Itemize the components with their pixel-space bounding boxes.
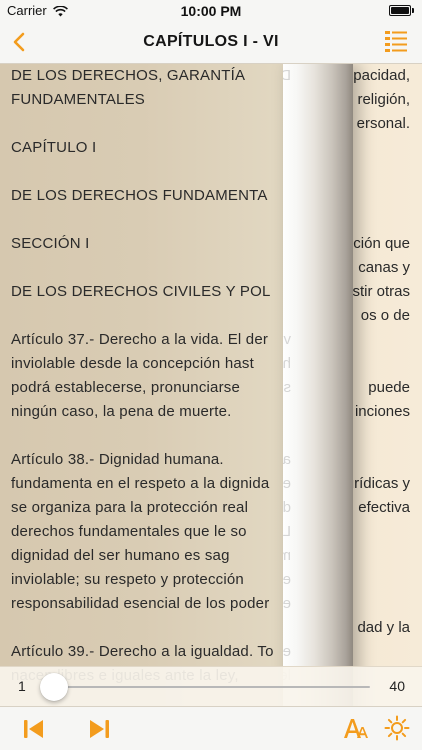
text-line: ningún caso, la pena de muerte. (11, 403, 232, 420)
navigation-bar: CAPÍTULOS I - VI (0, 22, 422, 64)
first-page-button[interactable] (22, 717, 46, 741)
text-line (283, 424, 291, 448)
brightness-button[interactable] (384, 715, 410, 741)
page-slider-bar: 1 40 (0, 666, 422, 706)
text-line (11, 208, 283, 232)
bottom-controls: 1 40 (0, 666, 422, 750)
current-page-text: DE LOS DERECHOS, GARANTÍA FUNDAMENTALES CA… (11, 64, 283, 688)
text-line (11, 424, 283, 448)
text-line (283, 616, 291, 640)
text-line (11, 112, 283, 136)
slider-thumb[interactable] (40, 673, 68, 701)
text-line: se organiza para la protección real (11, 499, 249, 516)
page-curl-text: DEBERES vida es he. No se, en ado se ersonas d… (283, 64, 291, 688)
text-line: mata e (283, 544, 291, 568)
status-left: Carrier (7, 3, 68, 18)
text-line: SECCIÓN I (11, 235, 90, 252)
table-of-contents-button[interactable] (384, 29, 408, 53)
text-line: de los (283, 499, 291, 516)
text-line: DE LOS DERECHOS CIVILES Y POL (11, 283, 271, 300)
text-line: podrá establecerse, pronunciarse (11, 379, 241, 396)
text-line: DE LOS DERECHOS FUNDAMENTA (11, 187, 268, 204)
text-line (283, 184, 291, 208)
text-line: ersonas (283, 475, 291, 492)
text-line: se, en (283, 379, 291, 396)
page-curl[interactable]: DEBERES vida es he. No se, en ado se ersonas d… (283, 64, 353, 750)
text-line (283, 136, 291, 160)
text-line (283, 400, 291, 424)
text-line: FUNDAMENTALES (11, 91, 146, 108)
text-line: DEBERES (283, 64, 291, 88)
text-line (283, 208, 291, 232)
text-line: ersonas (283, 643, 291, 660)
text-line: Artículo 39.- Derecho a la igualdad. To (11, 643, 274, 660)
current-page: DE LOS DERECHOS, GARANTÍA FUNDAMENTALES CA… (0, 64, 283, 750)
font-size-button[interactable] (342, 716, 368, 740)
page-title: CAPÍTULOS I - VI (143, 33, 279, 50)
text-line: Artículo 37.- Derecho a la vida. El der (11, 331, 269, 348)
text-line: derechos fundamentales que le so (11, 523, 247, 540)
skip-back-icon (24, 720, 43, 738)
battery-body (389, 5, 411, 16)
list-icon (385, 31, 407, 52)
text-line: fundamenta en el respeto a la dignida (11, 475, 270, 492)
text-line: inviolable; su respeto y protección (11, 571, 244, 588)
status-time: 10:00 PM (180, 3, 242, 19)
reader-content[interactable]: pacidad, religión, ersonal. ción que canas y… (0, 64, 422, 750)
text-size-icon (344, 719, 368, 738)
text-line: es. (283, 595, 291, 612)
text-line (11, 616, 283, 640)
text-line: Las (283, 523, 291, 540)
battery-tip (412, 8, 414, 13)
text-line (283, 256, 291, 280)
text-line: inviolable desde la concepción hast (11, 355, 254, 372)
text-line: vida es (283, 331, 291, 348)
wifi-icon (52, 5, 68, 16)
slider-max-label: 40 (389, 678, 405, 694)
slider-min-label: 1 (18, 678, 26, 694)
text-line: en una (283, 571, 291, 588)
text-line: he. No (283, 355, 291, 372)
page-slider[interactable] (40, 673, 370, 701)
brightness-icon (384, 715, 410, 741)
text-line: CAPÍTULO I (11, 139, 97, 156)
text-line (283, 88, 291, 112)
text-line: ado se (283, 451, 291, 468)
next-page-button[interactable] (87, 717, 111, 741)
carrier-label: Carrier (7, 3, 47, 18)
text-line: Artículo 38.- Dignidad humana. (11, 451, 224, 468)
text-line (11, 304, 283, 328)
battery-fill (391, 7, 409, 14)
text-line (11, 256, 283, 280)
text-line (11, 160, 283, 184)
text-line: DE LOS DERECHOS, GARANTÍA (11, 67, 246, 84)
skip-forward-icon (90, 720, 109, 738)
text-line: dignidad del ser humano es sag (11, 547, 230, 564)
battery-icon (389, 5, 414, 16)
text-line: responsabilidad esencial de los poder (11, 595, 270, 612)
bottom-toolbar (0, 706, 422, 750)
text-line (283, 112, 291, 136)
text-line (283, 232, 291, 256)
text-line (283, 280, 291, 304)
status-bar: Carrier 10:00 PM (0, 0, 422, 22)
text-line (283, 304, 291, 328)
text-line (283, 160, 291, 184)
